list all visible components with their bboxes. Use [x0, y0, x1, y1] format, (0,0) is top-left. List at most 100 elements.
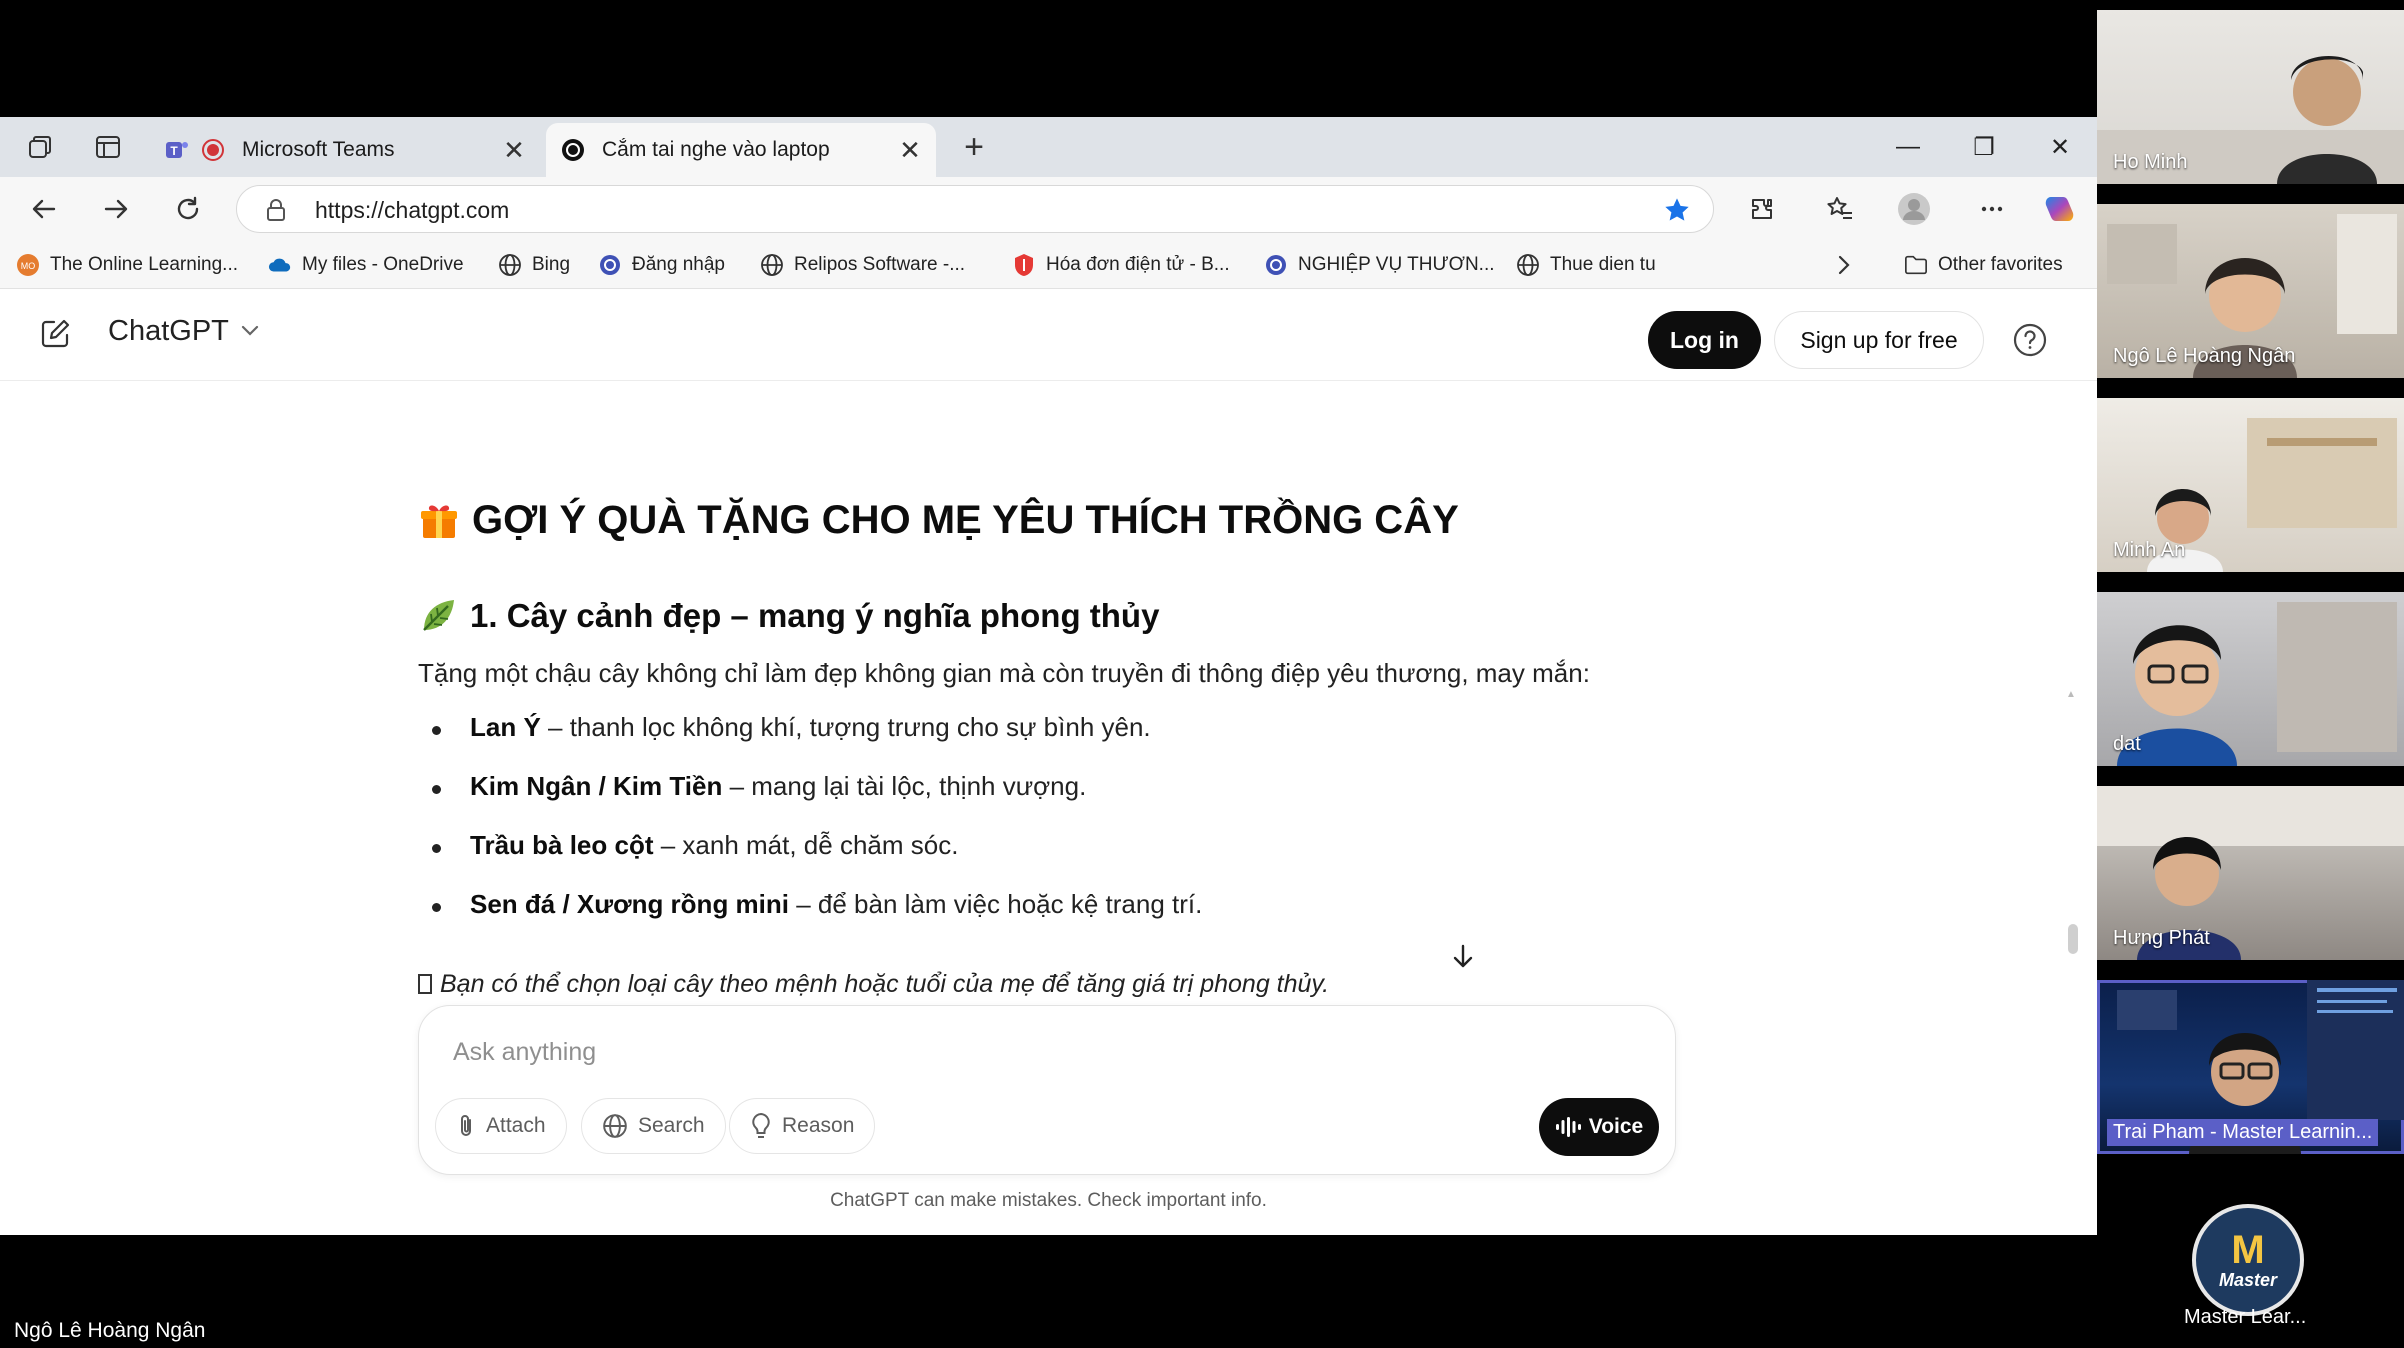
close-tab-icon[interactable]: ✕: [898, 135, 922, 166]
teams-icon: T: [164, 137, 190, 163]
lightbulb-icon: [750, 1112, 772, 1140]
favorite-item[interactable]: Hóa đơn điện tử - B...: [1012, 251, 1230, 279]
voice-waveform-icon: [1555, 1116, 1581, 1138]
plant-list: Lan Ý – thanh lọc không khí, tượng trưng…: [418, 712, 1202, 948]
message-input[interactable]: Ask anything: [453, 1038, 596, 1067]
message-composer[interactable]: Ask anything Attach Search Reason Voice: [418, 1005, 1676, 1175]
vertical-tabs-icon[interactable]: [92, 131, 124, 163]
chevron-down-icon: [241, 320, 259, 343]
participant-name: Ho Minh: [2113, 151, 2188, 173]
close-window-button[interactable]: ✕: [2030, 127, 2090, 167]
svg-text:MO: MO: [21, 261, 36, 271]
browser-toolbar: https://chatgpt.com: [0, 177, 2097, 241]
disclaimer-text: ChatGPT can make mistakes. Check importa…: [830, 1190, 1267, 1211]
close-tab-icon[interactable]: ✕: [502, 135, 526, 166]
paperclip-icon: [456, 1113, 476, 1139]
svg-text:T: T: [170, 144, 178, 158]
participant-name: Minh An: [2113, 539, 2186, 561]
tab-microsoft-teams[interactable]: T Microsoft Teams ✕: [150, 123, 540, 177]
participant-tile[interactable]: Ngô Lê Hoàng Ngân: [2097, 204, 2404, 378]
master-avatar[interactable]: M Master: [2192, 1204, 2304, 1316]
favorite-item[interactable]: Relipos Software -...: [760, 251, 965, 279]
lock-icon[interactable]: [265, 198, 287, 227]
attach-button[interactable]: Attach: [435, 1098, 567, 1154]
more-menu-icon[interactable]: [1970, 189, 2014, 229]
tip-paragraph: Bạn có thể chọn loại cây theo mệnh hoặc …: [418, 970, 1329, 999]
favorite-item[interactable]: My files - OneDrive: [268, 251, 464, 279]
master-logo-word: Master: [2218, 1269, 2278, 1290]
scrollbar-thumb[interactable]: [2068, 924, 2078, 954]
signup-button[interactable]: Sign up for free: [1774, 311, 1984, 369]
restore-button[interactable]: ❐: [1954, 127, 2014, 167]
scroll-to-bottom-icon[interactable]: [1448, 942, 1478, 972]
globe-icon: [760, 253, 784, 277]
login-button[interactable]: Log in: [1648, 311, 1761, 369]
favorite-star-icon[interactable]: [1663, 196, 1691, 229]
voice-button[interactable]: Voice: [1539, 1098, 1659, 1156]
minimize-button[interactable]: —: [1878, 127, 1938, 167]
favorite-item[interactable]: NGHIỆP VỤ THƯƠN...: [1264, 251, 1495, 279]
chatgpt-header: ChatGPT Log in Sign up for free: [0, 289, 2097, 381]
model-selector[interactable]: ChatGPT: [108, 315, 259, 348]
refresh-icon[interactable]: [166, 189, 210, 229]
other-favorites[interactable]: Other favorites: [1904, 251, 2063, 279]
tab-strip: T Microsoft Teams ✕ Cắm tai nghe vào lap…: [0, 117, 2097, 177]
more-favorites-chevron-icon[interactable]: [1836, 251, 1852, 279]
participant-tile[interactable]: dat: [2097, 592, 2404, 766]
participant-name: dat: [2113, 733, 2141, 755]
login-site-icon: [598, 253, 622, 277]
self-video-name: Ngô Lê Hoàng Ngân: [14, 1319, 206, 1342]
shield-icon: [1012, 253, 1036, 277]
favorite-item[interactable]: Thue dien tu: [1516, 251, 1656, 279]
response-subheading: 1. Cây cảnh đẹp – mang ý nghĩa phong thủ…: [418, 596, 1159, 636]
help-icon[interactable]: [2012, 322, 2048, 363]
list-item: Trầu bà leo cột – xanh mát, dễ chăm sóc.: [418, 830, 1202, 889]
favorites-icon[interactable]: [1818, 189, 1862, 229]
favorites-bar: MO The Online Learning... My files - One…: [0, 241, 2097, 289]
master-logo-letter: M: [2231, 1227, 2265, 1272]
response-heading: GỢI Ý QUÀ TẶNG CHO MẸ YÊU THÍCH TRỒNG CÂ…: [418, 498, 1459, 543]
list-item: Lan Ý – thanh lọc không khí, tượng trưng…: [418, 712, 1202, 771]
globe-icon: [1516, 253, 1540, 277]
reason-button[interactable]: Reason: [729, 1098, 876, 1154]
leaf-icon: [418, 596, 458, 636]
extensions-icon[interactable]: [1740, 189, 1784, 229]
globe-icon: [602, 1113, 628, 1139]
globe-icon: [498, 253, 522, 277]
participant-name: Hưng Phát: [2113, 927, 2210, 949]
profile-avatar-icon[interactable]: [1892, 189, 1936, 229]
search-button[interactable]: Search: [581, 1098, 726, 1154]
participant-name: Ngô Lê Hoàng Ngân: [2113, 345, 2296, 367]
address-bar[interactable]: https://chatgpt.com: [236, 185, 1714, 233]
scroll-up-arrow[interactable]: ▲: [2066, 689, 2076, 700]
participant-video: [2117, 602, 2397, 766]
chatgpt-icon: [560, 137, 586, 163]
back-icon[interactable]: [22, 189, 66, 229]
workspaces-icon[interactable]: [24, 131, 56, 163]
onedrive-icon: [268, 253, 292, 277]
participant-name: Master Lear...: [2184, 1306, 2307, 1328]
favorite-item[interactable]: Đăng nhập: [598, 251, 725, 279]
tab-label: Microsoft Teams: [242, 138, 395, 161]
url-text[interactable]: https://chatgpt.com: [315, 197, 509, 224]
participant-tile[interactable]: Ho Minh: [2097, 10, 2404, 184]
site-icon: [1264, 253, 1288, 277]
participant-tile-active-speaker[interactable]: Trai Pham - Master Learnin...: [2097, 980, 2404, 1154]
list-item: Kim Ngân / Kim Tiền – mang lại tài lộc, …: [418, 771, 1202, 830]
new-chat-icon[interactable]: [38, 317, 72, 356]
missing-glyph-icon: [418, 974, 432, 994]
copilot-icon[interactable]: [2038, 189, 2082, 229]
participant-tile[interactable]: Minh An: [2097, 398, 2404, 572]
favorite-item[interactable]: Bing: [498, 251, 570, 279]
folder-icon: [1904, 253, 1928, 277]
new-tab-button[interactable]: +: [958, 128, 990, 166]
list-item: Sen đá / Xương rồng mini – để bàn làm vi…: [418, 889, 1202, 948]
tab-chatgpt[interactable]: Cắm tai nghe vào laptop ✕: [546, 123, 936, 177]
favorite-item[interactable]: MO The Online Learning...: [16, 251, 238, 279]
intro-paragraph: Tặng một chậu cây không chỉ làm đẹp khôn…: [418, 658, 1590, 688]
tab-label: Cắm tai nghe vào laptop: [602, 138, 830, 161]
gift-icon: [418, 500, 460, 542]
participant-tile[interactable]: Hưng Phát: [2097, 786, 2404, 960]
forward-icon[interactable]: [94, 189, 138, 229]
recording-icon: [200, 137, 226, 163]
